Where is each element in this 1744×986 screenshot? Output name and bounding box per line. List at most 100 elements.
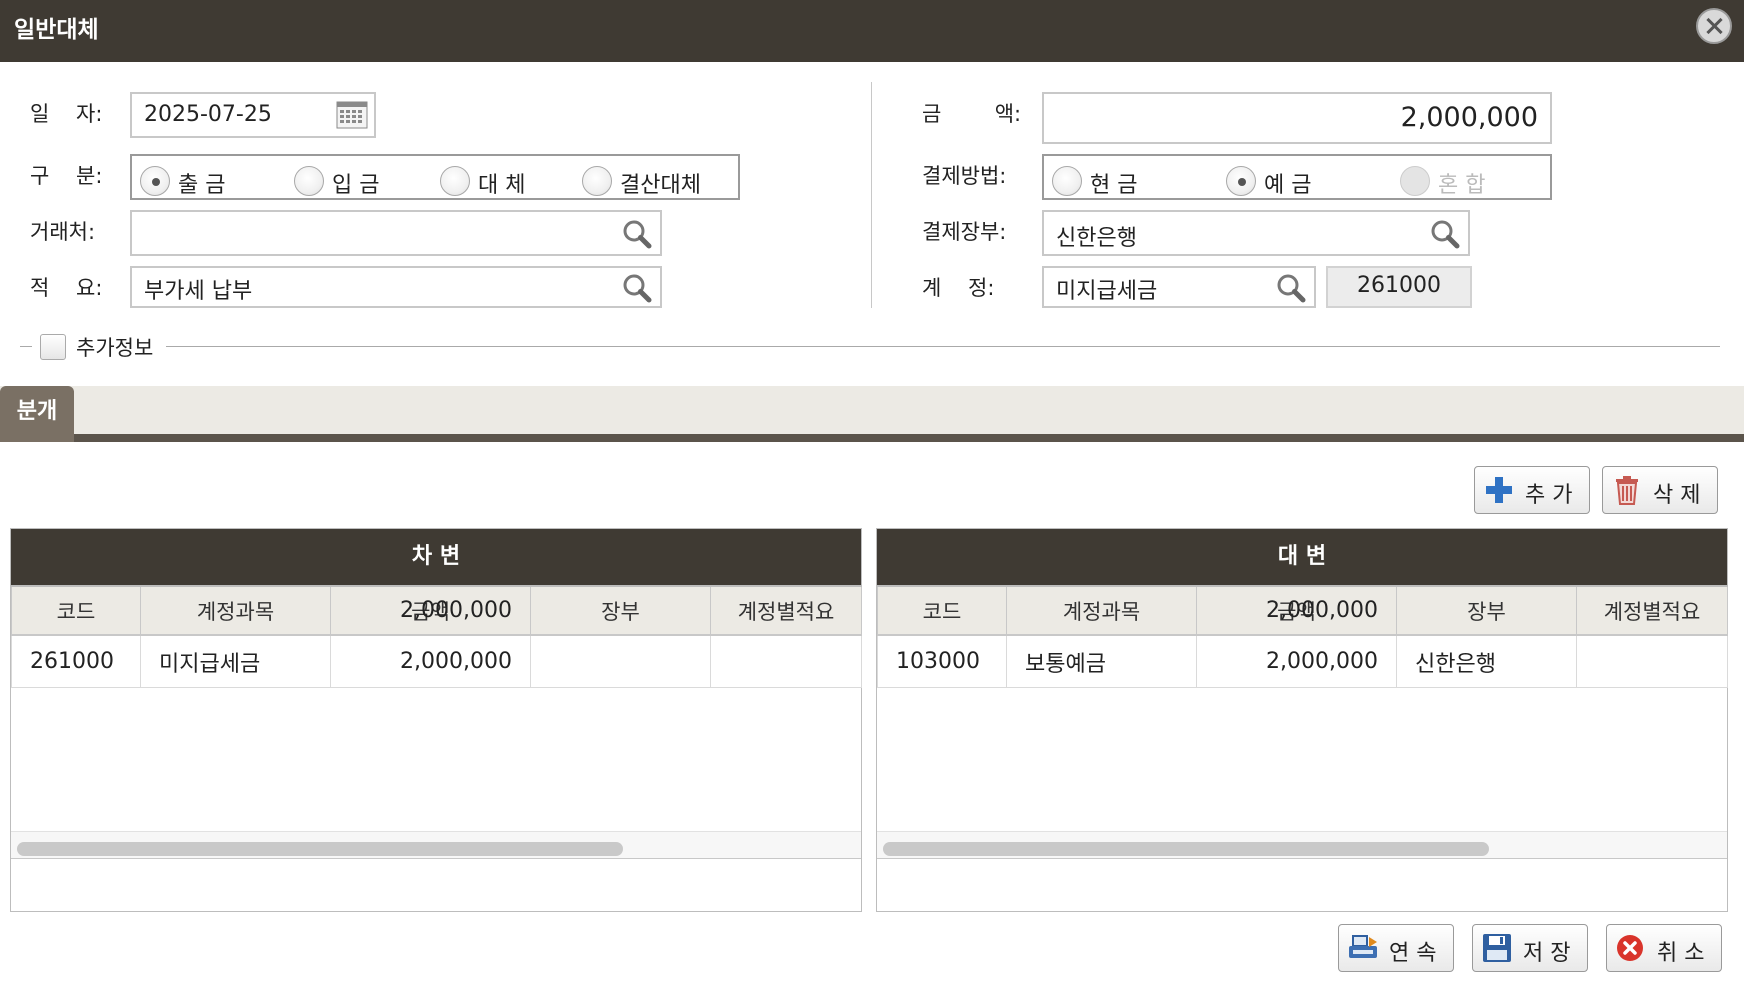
table-row[interactable]: 261000 미지급세금 2,000,000 [11,635,862,688]
account-code-field: 261000 [1326,266,1472,308]
memo-label: 적 요: [30,276,103,300]
cell-amount[interactable]: 2,000,000 [1196,635,1397,688]
continue-icon [1349,935,1377,958]
cell-code[interactable]: 261000 [11,635,141,688]
cell-ledger[interactable]: 신한은행 [1396,635,1577,688]
category-radio-group: 출 금 입 금 대 체 결산대체 [130,154,740,200]
delete-button-label: 삭 제 [1653,483,1701,508]
radio-cash[interactable]: 현 금 [1052,162,1162,198]
continue-button-label: 연 속 [1389,941,1437,966]
save-button-label: 저 장 [1523,941,1571,966]
account-value: 미지급세금 [1056,279,1158,304]
memo-field[interactable]: 부가세 납부 [130,266,662,308]
trash-icon [1616,476,1638,505]
add-button-label: 추 가 [1525,483,1573,508]
total-cell [11,585,141,635]
search-icon[interactable] [1430,219,1460,249]
partner-label: 거래처: [30,220,96,244]
window-title: 일반대체 [14,17,99,43]
scrollbar-thumb[interactable] [17,842,623,856]
save-icon [1483,934,1511,962]
radio-dot [1400,166,1430,196]
radio-label: 예 금 [1264,173,1312,198]
radio-withdrawal[interactable]: 출 금 [140,162,260,198]
tab-bar: 분개 [0,386,1744,442]
total-cell [877,585,1007,635]
radio-dot [582,166,612,196]
amount-value: 2,000,000 [1400,102,1538,133]
radio-label: 입 금 [332,173,380,198]
payment-ledger-value: 신한은행 [1056,226,1137,251]
debit-total-row: 2,000,000 [11,585,862,635]
search-icon[interactable] [1276,273,1306,303]
date-field[interactable]: 2025-07-25 [130,92,376,138]
title-bar: 일반대체 [0,0,1744,62]
radio-dot [1226,166,1256,196]
date-value: 2025-07-25 [144,102,272,127]
total-cell [1006,585,1197,635]
debit-grid-title: 차 변 [11,529,861,585]
tab-journal[interactable]: 분개 [0,386,74,442]
scrollbar-thumb[interactable] [883,842,1489,856]
radio-label: 현 금 [1090,173,1138,198]
cancel-icon [1617,935,1643,961]
cancel-button[interactable]: 취 소 [1606,924,1722,972]
cell-ledger[interactable] [530,635,711,688]
cell-account[interactable]: 미지급세금 [140,635,331,688]
credit-grid-title: 대 변 [877,529,1727,585]
amount-label: 금 액: [922,102,1022,126]
credit-total-row: 2,000,000 [877,585,1728,635]
debit-grid: 차 변 코드 계정과목 금액 장부 계정별적요 261000 미지급세금 2,0… [10,528,862,912]
cancel-button-label: 취 소 [1657,941,1705,966]
section-line [20,346,32,347]
cell-memo[interactable] [1576,635,1728,688]
horizontal-scrollbar[interactable] [877,831,1727,859]
search-icon[interactable] [622,219,652,249]
amount-field[interactable]: 2,000,000 [1042,92,1552,144]
horizontal-scrollbar[interactable] [11,831,861,859]
add-button[interactable]: 추 가 [1474,466,1590,514]
date-label: 일 자: [30,102,103,126]
payment-method-radio-group: 현 금 예 금 혼 합 [1042,154,1552,200]
account-field[interactable]: 미지급세금 [1042,266,1316,308]
total-cell [710,585,862,635]
cell-code[interactable]: 103000 [877,635,1007,688]
radio-label: 혼 합 [1438,173,1486,198]
section-line [166,346,1720,347]
continue-button[interactable]: 연 속 [1338,924,1454,972]
radio-label: 출 금 [178,173,226,198]
total-cell [1396,585,1577,635]
radio-transfer[interactable]: 대 체 [440,162,550,198]
radio-bank[interactable]: 예 금 [1226,162,1336,198]
debit-total-amount: 2,000,000 [330,585,531,635]
partner-field[interactable] [130,210,662,256]
credit-total-amount: 2,000,000 [1196,585,1397,635]
payment-method-label: 결제방법: [922,164,1007,188]
calendar-icon[interactable] [336,101,368,129]
total-cell [140,585,331,635]
account-label: 계 정: [922,276,995,300]
cell-memo[interactable] [710,635,862,688]
radio-deposit[interactable]: 입 금 [294,162,404,198]
table-row[interactable]: 103000 보통예금 2,000,000 신한은행 [877,635,1728,688]
cell-amount[interactable]: 2,000,000 [330,635,531,688]
total-cell [530,585,711,635]
radio-dot [140,166,170,196]
plus-icon [1486,477,1512,503]
radio-dot [1052,166,1082,196]
cell-account[interactable]: 보통예금 [1006,635,1197,688]
payment-ledger-label: 결제장부: [922,220,1007,244]
extra-info-checkbox[interactable] [40,334,66,360]
payment-ledger-field[interactable]: 신한은행 [1042,210,1470,256]
extra-info-label: 추가정보 [76,336,154,360]
memo-value: 부가세 납부 [144,279,253,304]
radio-dot [294,166,324,196]
save-button[interactable]: 저 장 [1472,924,1588,972]
account-code-value: 261000 [1357,273,1441,298]
delete-button[interactable]: 삭 제 [1602,466,1718,514]
radio-closing-transfer[interactable]: 결산대체 [582,162,732,198]
search-icon[interactable] [622,273,652,303]
radio-label: 대 체 [478,173,526,198]
total-cell [1576,585,1728,635]
close-icon[interactable] [1696,8,1732,44]
